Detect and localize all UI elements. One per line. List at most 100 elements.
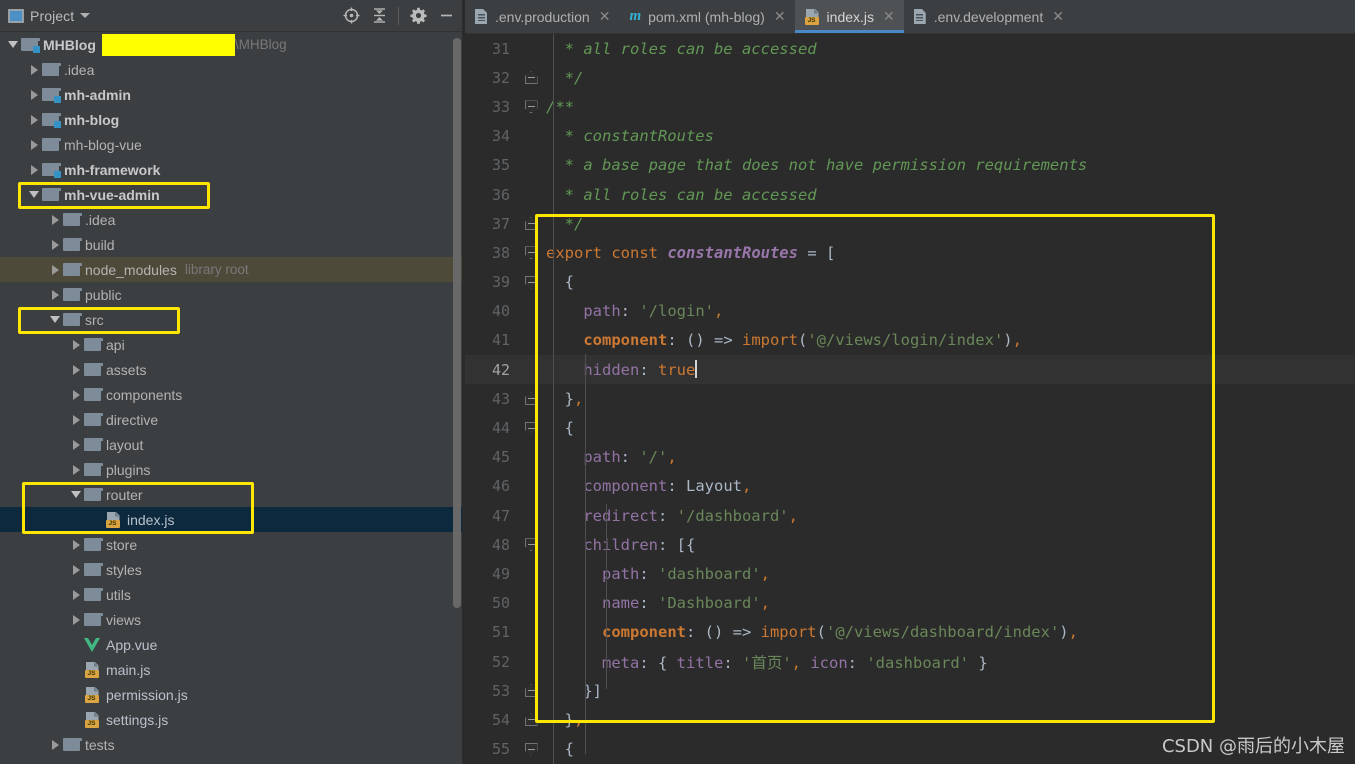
tree-item-icon: [62, 237, 82, 253]
tree-row[interactable]: router: [0, 482, 465, 507]
tree-row[interactable]: mh-vue-admin: [0, 182, 465, 207]
chevron-down-icon[interactable]: [80, 13, 91, 18]
tree-twisty-right[interactable]: [27, 63, 41, 77]
tree-twisty-right[interactable]: [69, 563, 83, 577]
tree-row[interactable]: src: [0, 307, 465, 332]
line-number: 42: [491, 360, 510, 379]
tree-row[interactable]: JS main.js: [0, 657, 465, 682]
tree-twisty-right[interactable]: [69, 613, 83, 627]
line-number: 38: [491, 243, 510, 262]
collapse-all-icon[interactable]: [366, 3, 392, 29]
fold-start-icon[interactable]: [524, 246, 538, 260]
editor-tab[interactable]: .env.development ✕: [904, 0, 1073, 33]
tree-row[interactable]: directive: [0, 407, 465, 432]
tree-row[interactable]: tests: [0, 732, 465, 757]
folder-module-icon: [41, 163, 61, 178]
editor-tab-label: .env.development: [933, 8, 1044, 25]
tree-item-label: assets: [106, 361, 147, 378]
tree-twisty-right[interactable]: [27, 113, 41, 127]
editor-tab-label: pom.xml (mh-blog): [648, 8, 765, 25]
editor-tab-label: index.js: [826, 8, 875, 25]
code-content[interactable]: 31 * all roles can be accessed 32 */33/**…: [465, 34, 1355, 764]
locate-target-icon[interactable]: [338, 3, 364, 29]
tree-row[interactable]: node_modules library root: [0, 257, 465, 282]
tree-row[interactable]: public: [0, 282, 465, 307]
tree-row[interactable]: .idea: [0, 57, 465, 82]
tree-twisty-right[interactable]: [48, 213, 62, 227]
fold-end-icon[interactable]: [524, 392, 538, 406]
tree-item-label: public: [85, 286, 122, 303]
tree-twisty-right[interactable]: [69, 438, 83, 452]
tree-row[interactable]: mh-admin: [0, 82, 465, 107]
tree-twisty-right[interactable]: [69, 538, 83, 552]
tree-twisty-down[interactable]: [48, 313, 62, 327]
tree-row[interactable]: mh-blog: [0, 107, 465, 132]
editor-tab[interactable]: .env.production ✕: [465, 0, 619, 33]
project-panel-title-group[interactable]: Project: [8, 8, 91, 24]
fold-start-icon[interactable]: [524, 742, 538, 756]
tree-row[interactable]: MHBlog \MHBlog: [0, 32, 465, 57]
fold-end-icon[interactable]: [524, 71, 538, 85]
tree-row[interactable]: App.vue: [0, 632, 465, 657]
editor-tab[interactable]: JS index.js ✕: [794, 0, 904, 33]
text-caret: [695, 360, 697, 379]
panel-resize-divider[interactable]: [462, 0, 465, 764]
gear-icon[interactable]: [405, 3, 431, 29]
tree-row[interactable]: mh-framework: [0, 157, 465, 182]
close-icon[interactable]: ✕: [1052, 8, 1064, 25]
fold-end-icon[interactable]: [524, 217, 538, 231]
tree-row[interactable]: JS settings.js: [0, 707, 465, 732]
code-text: */: [546, 214, 584, 233]
fold-end-icon[interactable]: [524, 684, 538, 698]
tree-row[interactable]: api: [0, 332, 465, 357]
tree-item-hint: library root: [184, 262, 249, 277]
tree-row[interactable]: utils: [0, 582, 465, 607]
fold-start-icon[interactable]: [524, 538, 538, 552]
tree-row[interactable]: plugins: [0, 457, 465, 482]
tree-row[interactable]: styles: [0, 557, 465, 582]
tree-twisty-right[interactable]: [69, 588, 83, 602]
tree-twisty-right[interactable]: [48, 738, 62, 752]
tree-twisty-down[interactable]: [69, 488, 83, 502]
code-editor[interactable]: 31 * all roles can be accessed 32 */33/**…: [465, 34, 1355, 764]
minimize-icon[interactable]: [433, 3, 459, 29]
close-icon[interactable]: ✕: [599, 8, 611, 25]
tree-row[interactable]: JS index.js: [0, 507, 465, 532]
tree-row[interactable]: components: [0, 382, 465, 407]
tree-twisty-right[interactable]: [69, 338, 83, 352]
tree-row[interactable]: views: [0, 607, 465, 632]
fold-start-icon[interactable]: [524, 275, 538, 289]
tree-twisty-right[interactable]: [69, 413, 83, 427]
tree-twisty-right[interactable]: [69, 463, 83, 477]
tree-twisty-down[interactable]: [27, 188, 41, 202]
tree-item-icon: JS: [83, 711, 101, 728]
tree-twisty-right[interactable]: [69, 388, 83, 402]
close-icon[interactable]: ✕: [883, 8, 895, 25]
fold-gutter: [520, 684, 542, 698]
close-icon[interactable]: ✕: [774, 8, 786, 25]
tree-twisty-right[interactable]: [48, 288, 62, 302]
tree-row[interactable]: .idea: [0, 207, 465, 232]
tree-row[interactable]: assets: [0, 357, 465, 382]
tree-row[interactable]: JS permission.js: [0, 682, 465, 707]
js-file-icon: JS: [84, 661, 100, 678]
tree-twisty-right[interactable]: [27, 88, 41, 102]
tree-twisty-right[interactable]: [27, 138, 41, 152]
folder-icon: [83, 588, 103, 601]
tree-twisty-right[interactable]: [27, 163, 41, 177]
fold-start-icon[interactable]: [524, 100, 538, 114]
tree-twisty-right[interactable]: [69, 363, 83, 377]
project-tool-window: Project MHBlog \MHBlog .idea mh-admin mh…: [0, 0, 465, 764]
tree-twisty-down[interactable]: [6, 38, 20, 52]
tree-row[interactable]: store: [0, 532, 465, 557]
tree-row[interactable]: build: [0, 232, 465, 257]
tree-twisty-right[interactable]: [48, 263, 62, 277]
project-tree-scrollbar[interactable]: [453, 38, 461, 608]
editor-tab[interactable]: m pom.xml (mh-blog) ✕: [619, 0, 794, 33]
fold-start-icon[interactable]: [524, 421, 538, 435]
tree-row[interactable]: mh-blog-vue: [0, 132, 465, 157]
tree-row[interactable]: layout: [0, 432, 465, 457]
tree-item-icon: [62, 262, 82, 278]
tree-twisty-right[interactable]: [48, 238, 62, 252]
fold-end-icon[interactable]: [524, 713, 538, 727]
